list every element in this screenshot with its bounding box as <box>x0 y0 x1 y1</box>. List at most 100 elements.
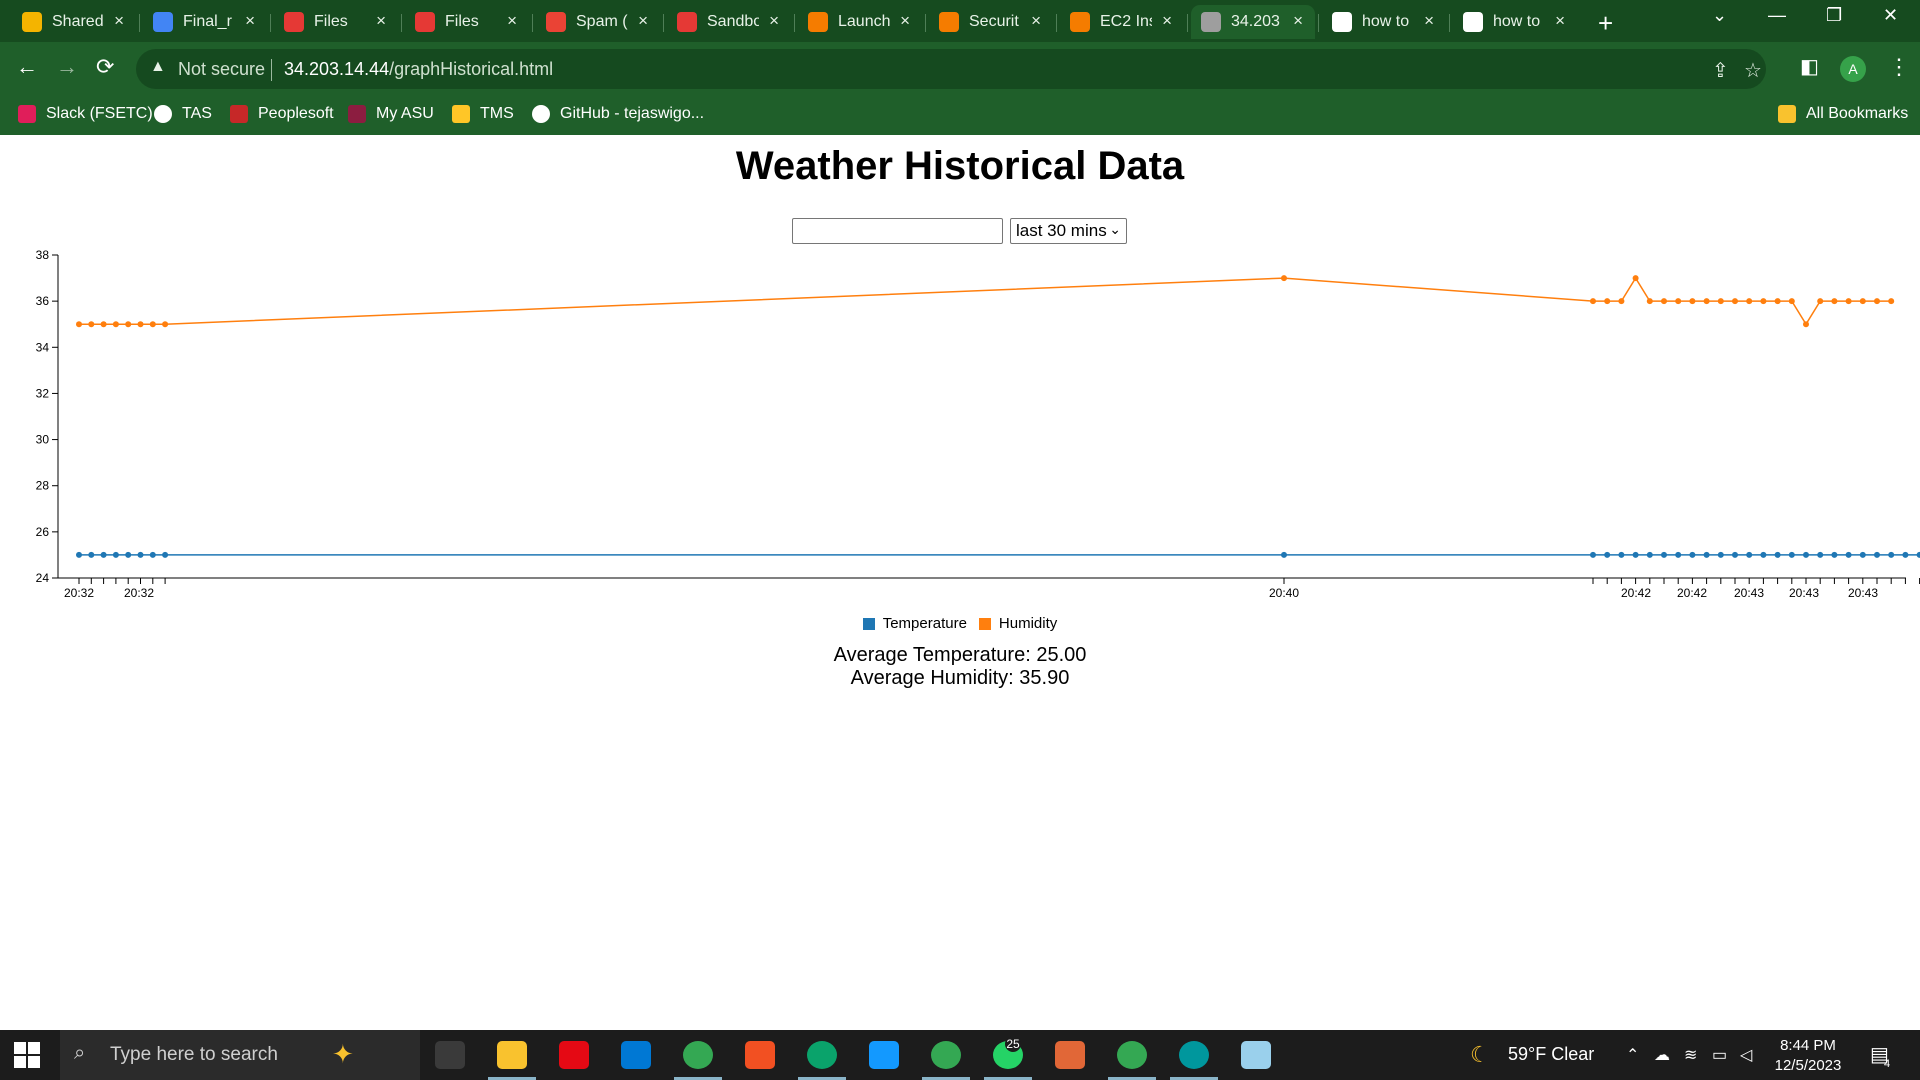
data-point-temperature[interactable] <box>1746 551 1753 558</box>
tab-close-icon[interactable]: × <box>376 11 386 31</box>
data-point-humidity[interactable] <box>1831 298 1838 305</box>
data-point-humidity[interactable] <box>1760 298 1767 305</box>
tab[interactable]: Sandbo × <box>667 5 791 39</box>
data-point-humidity[interactable] <box>1859 298 1866 305</box>
restore-button[interactable]: ❐ <box>1826 5 1842 26</box>
chrome-icon[interactable] <box>931 1041 961 1069</box>
data-point-humidity[interactable] <box>1817 298 1824 305</box>
data-point-temperature[interactable] <box>1618 551 1625 558</box>
data-point-humidity[interactable] <box>125 321 132 328</box>
data-point-temperature[interactable] <box>1675 551 1682 558</box>
data-point-humidity[interactable] <box>162 321 169 328</box>
system-clock[interactable]: 8:44 PM 12/5/2023 <box>1762 1036 1854 1076</box>
data-point-humidity[interactable] <box>1803 321 1809 328</box>
tab[interactable]: Spam (× <box>536 5 660 39</box>
tab[interactable]: Final_r × <box>143 5 267 39</box>
tab[interactable]: 34.203 × <box>1191 5 1315 39</box>
data-point-humidity[interactable] <box>1717 298 1724 305</box>
data-point-humidity[interactable] <box>1661 298 1667 305</box>
all-bookmarks[interactable]: All Bookmarks <box>1778 105 1908 123</box>
data-point-temperature[interactable] <box>1646 551 1653 558</box>
data-point-temperature[interactable] <box>1632 551 1639 558</box>
taskbar-search[interactable]: ⌕ Type here to search ✦ <box>60 1030 420 1080</box>
tab[interactable]: how to × <box>1453 5 1577 39</box>
data-point-temperature[interactable] <box>1590 551 1596 558</box>
data-point-temperature[interactable] <box>1888 551 1895 558</box>
data-point-temperature[interactable] <box>1817 551 1824 558</box>
data-point-temperature[interactable] <box>1774 551 1781 558</box>
data-point-humidity[interactable] <box>1703 298 1710 305</box>
share-icon[interactable]: ⇪ <box>1712 58 1729 83</box>
data-point-temperature[interactable] <box>1902 551 1909 558</box>
data-point-humidity[interactable] <box>88 321 95 328</box>
bookmark-item[interactable]: GitHub - tejaswigo... <box>532 105 704 123</box>
chrome-icon[interactable] <box>1117 1041 1147 1069</box>
task-view-icon[interactable] <box>435 1041 465 1069</box>
data-point-humidity[interactable] <box>149 321 156 328</box>
data-point-humidity[interactable] <box>1618 298 1625 305</box>
data-point-humidity[interactable] <box>137 321 144 328</box>
arduino-icon[interactable] <box>1179 1041 1209 1069</box>
data-point-humidity[interactable] <box>1590 298 1596 305</box>
tab-close-icon[interactable]: × <box>1555 11 1565 31</box>
data-point-humidity[interactable] <box>76 321 82 328</box>
data-point-temperature[interactable] <box>162 551 169 558</box>
tab[interactable]: Securit × <box>929 5 1053 39</box>
bookmark-item[interactable]: TAS <box>154 105 212 123</box>
data-point-temperature[interactable] <box>1732 551 1738 558</box>
data-point-temperature[interactable] <box>1703 551 1710 558</box>
data-point-temperature[interactable] <box>137 551 144 558</box>
security-label[interactable]: Not secure <box>178 59 265 80</box>
address-url[interactable]: 34.203.14.44/graphHistorical.html <box>284 59 553 80</box>
data-point-humidity[interactable] <box>112 321 119 328</box>
data-point-humidity[interactable] <box>1675 298 1682 305</box>
tray-overflow-icon[interactable]: ⌃ <box>1626 1045 1639 1065</box>
data-point-temperature[interactable] <box>1859 551 1866 558</box>
data-point-temperature[interactable] <box>1788 551 1795 558</box>
tab[interactable]: how to × <box>1322 5 1446 39</box>
reload-button[interactable]: ⟳ <box>96 54 114 80</box>
tab[interactable]: EC2 Ins × <box>1060 5 1184 39</box>
forward-button[interactable]: → <box>56 54 78 80</box>
data-point-temperature[interactable] <box>1689 551 1696 558</box>
tab-close-icon[interactable]: × <box>245 11 255 31</box>
data-point-temperature[interactable] <box>1845 551 1852 558</box>
data-point-humidity[interactable] <box>1281 275 1287 282</box>
notes-icon[interactable] <box>1241 1041 1271 1069</box>
weather-widget[interactable]: 59°F Clear <box>1508 1044 1594 1065</box>
data-point-humidity[interactable] <box>1874 298 1880 305</box>
data-point-humidity[interactable] <box>1646 298 1653 305</box>
tab[interactable]: Files × <box>405 5 529 39</box>
data-point-humidity[interactable] <box>1732 298 1738 305</box>
data-point-temperature[interactable] <box>1604 551 1611 558</box>
tab-search-icon[interactable]: ⌄ <box>1712 5 1727 26</box>
bookmark-item[interactable]: Slack (FSETC) <box>18 105 153 123</box>
wifi-icon[interactable]: ≋ <box>1684 1045 1697 1065</box>
battery-icon[interactable]: ▭ <box>1712 1045 1727 1065</box>
data-point-temperature[interactable] <box>100 551 107 558</box>
tab-close-icon[interactable]: × <box>769 11 779 31</box>
cloud-icon[interactable]: ☁ <box>1654 1045 1670 1065</box>
file-explorer-icon[interactable] <box>497 1041 527 1069</box>
minimize-button[interactable]: — <box>1768 5 1786 26</box>
data-point-temperature[interactable] <box>1916 551 1920 558</box>
data-point-humidity[interactable] <box>100 321 107 328</box>
menu-icon[interactable]: ⋮ <box>1888 54 1910 80</box>
data-point-humidity[interactable] <box>1632 275 1639 282</box>
data-point-temperature[interactable] <box>1661 551 1667 558</box>
tab-close-icon[interactable]: × <box>1162 11 1172 31</box>
tab[interactable]: Launch × <box>798 5 922 39</box>
data-point-temperature[interactable] <box>1874 551 1880 558</box>
tab-close-icon[interactable]: × <box>1424 11 1434 31</box>
tab-close-icon[interactable]: × <box>507 11 517 31</box>
netflix-icon[interactable] <box>559 1041 589 1069</box>
microsoft-store-icon[interactable] <box>745 1041 775 1069</box>
new-tab-button[interactable]: + <box>1598 8 1613 39</box>
data-point-temperature[interactable] <box>1281 551 1287 558</box>
data-point-humidity[interactable] <box>1689 298 1696 305</box>
data-point-temperature[interactable] <box>76 551 82 558</box>
side-panel-icon[interactable]: ◧ <box>1800 54 1819 79</box>
address-bar[interactable]: ▲ Not secure 34.203.14.44/graphHistorica… <box>136 49 1766 89</box>
tab[interactable]: Files × <box>274 5 398 39</box>
edge-icon[interactable] <box>807 1041 837 1069</box>
